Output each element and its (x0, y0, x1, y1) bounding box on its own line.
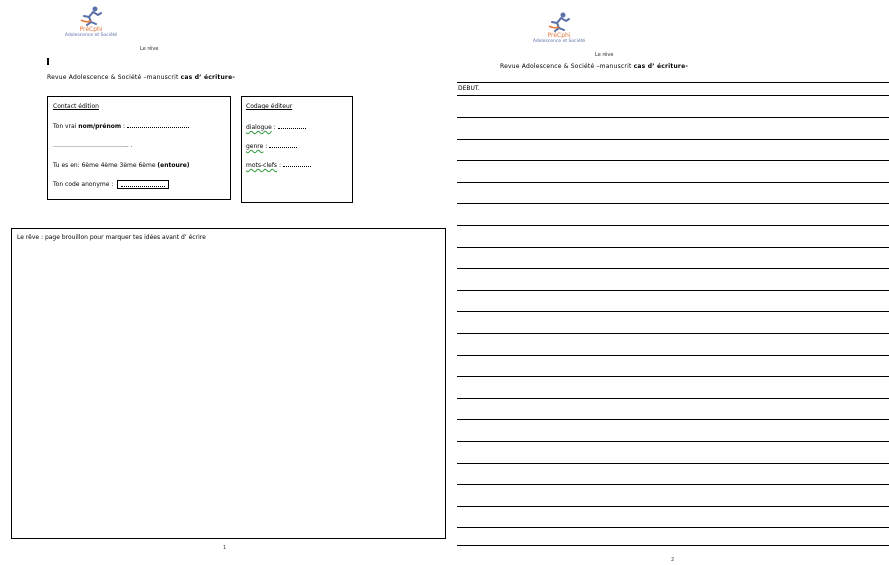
codage-editeur-box: Codage éditeur dialogue : genre : mots-c… (241, 96, 353, 203)
class-label-bold: (entoure) (157, 162, 190, 169)
runner-figure-icon (80, 6, 102, 26)
revue-line-prefix: Revue Adolescence & Société –manuscrit (47, 74, 181, 81)
class-row: Tu es en: 6ème 4ème 3ème 6ème (entoure) (53, 162, 190, 169)
runner-figure-icon (548, 12, 570, 32)
ruled-line (457, 82, 889, 83)
name-dotted-field[interactable] (126, 123, 189, 128)
page-number: 1 (223, 545, 227, 551)
ruled-line (457, 398, 889, 399)
codage-item-genre: genre : (246, 143, 298, 150)
revue-line: Revue Adolescence & Société –manuscrit c… (47, 74, 235, 81)
ruled-line (457, 139, 889, 140)
codage-item-mots-clefs: mots-clefs : (246, 162, 311, 169)
ruled-line (457, 311, 889, 312)
code-label: Ton code anonyme : (53, 181, 114, 188)
page-number: 2 (671, 557, 675, 563)
ruled-line (457, 203, 889, 204)
ruled-line (457, 117, 889, 118)
contact-edition-box: Contact édition Ton vrai nom/prénom : ……… (47, 96, 231, 200)
logo-brand-name: PréCphi (79, 26, 103, 33)
name-label-bold: nom/prénom (78, 123, 122, 130)
brouillon-box[interactable]: Le rêve : page brouillon pour marquer te… (11, 228, 446, 539)
class-label: Tu es en: 6ème 4ème 3ème 6ème (53, 162, 158, 169)
ruled-line (457, 95, 889, 96)
ruled-line (457, 463, 889, 464)
code-row: Ton code anonyme : (53, 180, 170, 189)
ruled-line (457, 290, 889, 291)
name-continuation[interactable]: ……………………………….. . (53, 142, 133, 149)
ruled-line (457, 484, 889, 485)
name-row: Ton vrai nom/prénom : (53, 123, 189, 130)
page-2: PréCphi Adolescence et Société Le rêve R… (445, 0, 889, 565)
text-cursor (47, 58, 49, 65)
revue-line: Revue Adolescence & Société –manuscrit c… (500, 63, 688, 70)
revue-line-prefix: Revue Adolescence & Société –manuscrit (500, 63, 634, 70)
precphi-logo: PréCphi Adolescence et Société (46, 6, 136, 39)
dialogue-dotted-field[interactable] (277, 124, 306, 129)
ruled-line (457, 506, 889, 507)
logo-brand-name: PréCphi (547, 32, 571, 39)
header-small-title: Le rêve (140, 46, 159, 52)
codage-item-dialogue: dialogue : (246, 124, 306, 131)
name-label: Ton vrai (53, 123, 79, 130)
ruled-line (457, 182, 889, 183)
codage-box-title: Codage éditeur (246, 103, 293, 110)
genre-label: genre (246, 143, 264, 150)
ruled-line (457, 333, 889, 334)
page-1: PréCphi Adolescence et Société Le rêve R… (0, 0, 446, 565)
mots-clefs-dotted-field[interactable] (282, 162, 311, 167)
ruled-line (457, 160, 889, 161)
logo-subtitle: Adolescence et Société (64, 33, 118, 38)
ruled-line (457, 441, 889, 442)
contact-box-title: Contact édition (53, 103, 99, 110)
ruled-line (457, 247, 889, 248)
precphi-logo: PréCphi Adolescence et Société (514, 12, 604, 45)
ruled-line (457, 268, 889, 269)
brouillon-label: Le rêve : page brouillon pour marquer te… (17, 234, 206, 241)
ruled-line (457, 355, 889, 356)
ruled-line (457, 376, 889, 377)
name-label-suffix: : (121, 123, 126, 130)
revue-line-bold: cas d’ écriture- (180, 74, 236, 81)
mots-clefs-label: mots-clefs (246, 162, 278, 169)
ruled-line (457, 225, 889, 226)
ruled-line (457, 545, 889, 546)
revue-line-bold: cas d’ écriture- (633, 63, 689, 70)
header-small-title: Le rêve (595, 52, 614, 58)
anonymous-code-field[interactable] (117, 180, 170, 189)
logo-subtitle: Adolescence et Société (532, 39, 586, 44)
ruled-line (457, 527, 889, 528)
debut-label: DEBUT. (458, 85, 480, 92)
genre-dotted-field[interactable] (269, 143, 298, 148)
ruled-line (457, 419, 889, 420)
dialogue-label: dialogue (246, 124, 272, 131)
